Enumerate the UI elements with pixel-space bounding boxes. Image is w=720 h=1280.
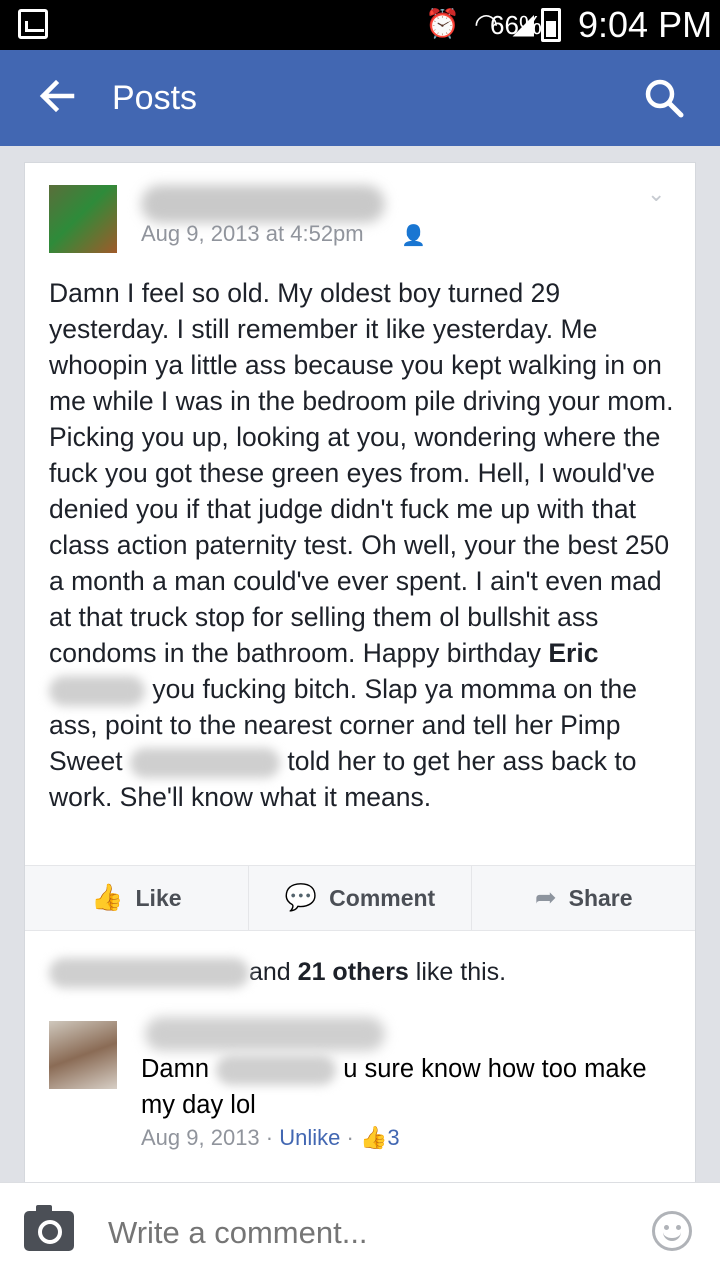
post-body: Damn I feel so old. My oldest boy turned… bbox=[49, 275, 679, 815]
battery-icon bbox=[541, 8, 561, 42]
like-button[interactable]: 👍 Like bbox=[25, 866, 249, 930]
battery-percent: 66% bbox=[490, 10, 543, 40]
author-name-redacted[interactable] bbox=[141, 185, 385, 223]
likes-summary[interactable]: and 21 others like this. bbox=[49, 955, 506, 989]
comment-meta: Aug 9, 2013 · Unlike · 👍3 bbox=[141, 1123, 400, 1153]
comment-icon: 💬 bbox=[284, 883, 318, 913]
redacted-mention bbox=[216, 1055, 337, 1086]
like-label: Like bbox=[135, 884, 182, 911]
comment-composer bbox=[0, 1182, 720, 1280]
likes-suffix: like this. bbox=[408, 958, 507, 986]
post-card: Aug 9, 2013 at 4:52pm 👤 ⌄ Damn I feel so… bbox=[24, 162, 696, 1280]
comment-like-count[interactable]: 3 bbox=[387, 1125, 399, 1150]
share-button[interactable]: ➦ Share bbox=[472, 866, 695, 930]
clock: 9:04 PM bbox=[578, 4, 713, 45]
search-icon[interactable] bbox=[644, 78, 684, 118]
page-title: Posts bbox=[112, 79, 198, 117]
comment-text-1: Damn bbox=[141, 1055, 217, 1083]
share-icon: ➦ bbox=[534, 883, 557, 913]
emoji-icon[interactable] bbox=[652, 1211, 692, 1251]
post-text-1: Damn I feel so old. My oldest boy turned… bbox=[49, 278, 674, 668]
comment-label: Comment bbox=[329, 884, 436, 911]
post-actions: 👍 Like 💬 Comment ➦ Share bbox=[25, 865, 695, 931]
comment-button[interactable]: 💬 Comment bbox=[249, 866, 473, 930]
thumbs-up-icon: 👍 bbox=[359, 1125, 388, 1150]
gallery-icon bbox=[18, 9, 48, 39]
app-bar: Posts bbox=[0, 50, 720, 146]
comment-input[interactable] bbox=[108, 1211, 608, 1255]
author-avatar[interactable] bbox=[49, 185, 117, 253]
alarm-icon: ⏰ bbox=[425, 7, 461, 40]
chevron-down-icon[interactable]: ⌄ bbox=[647, 181, 665, 207]
meta-separator: · bbox=[265, 1125, 280, 1150]
comment-date[interactable]: Aug 9, 2013 bbox=[141, 1125, 260, 1150]
post-timestamp[interactable]: Aug 9, 2013 at 4:52pm bbox=[141, 219, 364, 249]
likes-others[interactable]: 21 others bbox=[298, 958, 409, 986]
likes-and: and bbox=[249, 958, 298, 986]
share-label: Share bbox=[568, 884, 633, 911]
redacted-surname bbox=[49, 676, 145, 706]
arrow-left-icon[interactable] bbox=[36, 74, 80, 118]
unlike-link[interactable]: Unlike bbox=[279, 1125, 340, 1150]
redacted-name bbox=[130, 748, 281, 778]
commenter-name-redacted[interactable] bbox=[145, 1017, 385, 1051]
camera-icon[interactable] bbox=[24, 1205, 74, 1251]
tagged-name[interactable]: Eric bbox=[548, 638, 598, 668]
friends-icon: 👤 bbox=[401, 225, 426, 247]
meta-separator: · bbox=[346, 1125, 360, 1150]
thumbs-up-icon: 👍 bbox=[91, 883, 124, 913]
redacted-liker-name bbox=[49, 958, 249, 989]
comment-text: Damn u sure know how too make my day lol bbox=[141, 1051, 661, 1123]
commenter-avatar[interactable] bbox=[49, 1021, 117, 1089]
status-bar: ⏰ ◠ ◢ 66% 9:04 PM bbox=[0, 0, 720, 50]
